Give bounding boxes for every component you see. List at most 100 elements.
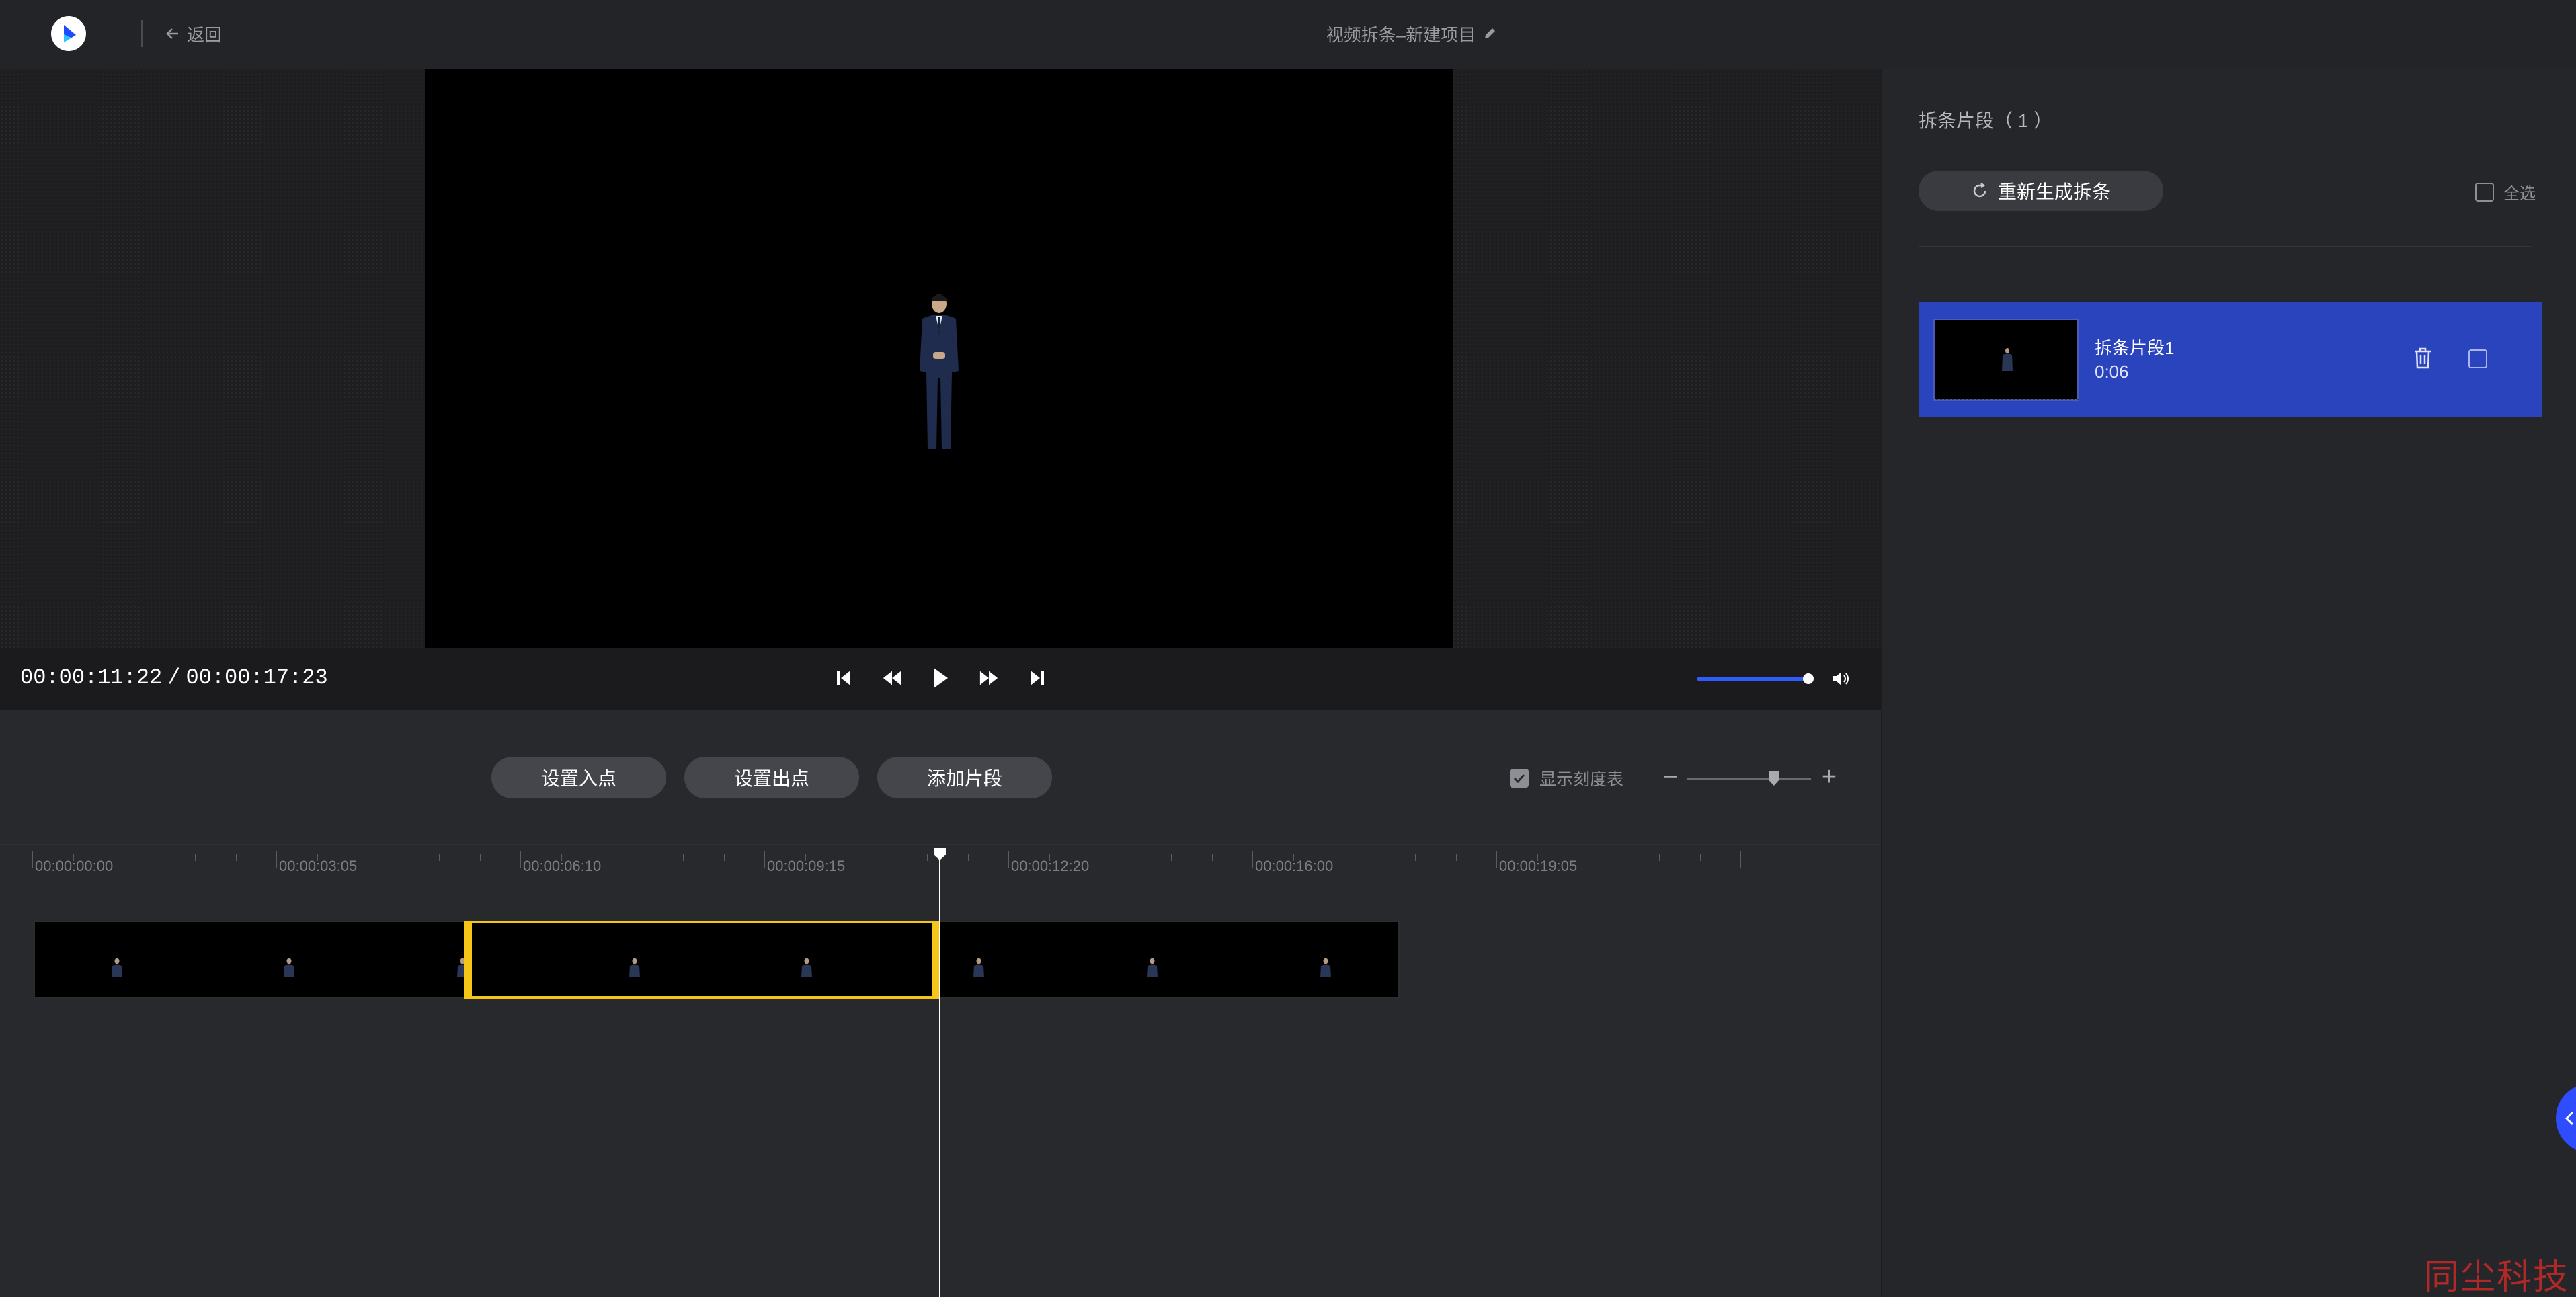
timecode-display: 00:00:11:22 / 00:00:17:23 bbox=[20, 665, 328, 690]
zoom-slider-knob[interactable] bbox=[1768, 771, 1779, 786]
presenter-thumbnail-icon bbox=[1936, 348, 2079, 400]
zoom-out-button[interactable]: − bbox=[1659, 764, 1682, 792]
ruler-minor-tick bbox=[439, 854, 440, 861]
ruler-minor-tick bbox=[1415, 854, 1416, 861]
clip-list-item[interactable]: 拆条片段1 0:06 bbox=[1919, 302, 2542, 417]
clip-checkbox[interactable] bbox=[2468, 349, 2487, 368]
ruler-major-tick bbox=[764, 851, 765, 868]
select-all-checkbox[interactable] bbox=[2475, 182, 2494, 202]
show-scale-label: 显示刻度表 bbox=[1539, 770, 1624, 789]
timeline-zoom-control: − + bbox=[1659, 764, 1841, 792]
ruler-minor-tick bbox=[1537, 854, 1538, 861]
ruler-tick-label: 00:00:19:05 bbox=[1499, 857, 1578, 874]
show-scale-checkbox[interactable] bbox=[1510, 769, 1529, 788]
ruler-minor-tick bbox=[235, 854, 237, 861]
ruler-minor-tick bbox=[1699, 854, 1701, 861]
ruler-minor-tick bbox=[1455, 854, 1457, 861]
ruler-major-tick bbox=[1252, 851, 1253, 868]
ruler-minor-tick bbox=[1293, 854, 1294, 861]
ruler-minor-tick bbox=[561, 854, 562, 861]
regenerate-button[interactable]: 重新生成拆条 bbox=[1919, 171, 2163, 211]
timeline[interactable]: 00:00:00:00 00:00:03:05 00:00:06:10 00:00:0… bbox=[0, 844, 1881, 1297]
back-label: 返回 bbox=[187, 24, 223, 45]
fast-forward-button[interactable] bbox=[979, 663, 999, 694]
skip-to-end-button[interactable] bbox=[1027, 663, 1047, 694]
volume-icon[interactable] bbox=[1831, 669, 1851, 688]
fast-forward-icon bbox=[979, 671, 998, 685]
regenerate-label: 重新生成拆条 bbox=[1997, 181, 2111, 202]
set-out-point-button[interactable]: 设置出点 bbox=[684, 757, 859, 798]
app-logo-icon[interactable] bbox=[51, 16, 86, 51]
ruler-major-tick bbox=[520, 851, 521, 868]
ruler-major-tick bbox=[276, 851, 277, 868]
video-frame[interactable] bbox=[425, 69, 1453, 648]
edit-pencil-icon[interactable] bbox=[1482, 26, 1497, 41]
ruler-major-tick bbox=[1496, 851, 1497, 868]
panel-divider bbox=[1919, 246, 2532, 247]
chevron-left-icon bbox=[2565, 1111, 2574, 1126]
show-scale-toggle[interactable]: 显示刻度表 bbox=[1510, 766, 1623, 790]
ruler-minor-tick bbox=[1049, 854, 1050, 861]
ruler-minor-tick bbox=[479, 854, 481, 861]
add-clip-button[interactable]: 添加片段 bbox=[877, 757, 1052, 798]
play-button[interactable] bbox=[930, 663, 951, 694]
play-icon bbox=[934, 668, 948, 688]
transport-controls bbox=[834, 663, 1047, 694]
skip-to-start-button[interactable] bbox=[834, 663, 854, 694]
arrow-left-icon bbox=[166, 28, 178, 39]
ruler-minor-tick bbox=[1211, 854, 1213, 861]
refresh-icon bbox=[1973, 183, 1986, 198]
ruler-minor-tick bbox=[927, 854, 928, 861]
ruler-major-tick bbox=[1008, 851, 1009, 868]
ruler-minor-tick bbox=[1659, 854, 1660, 861]
app-root: 返回 视频拆条–新建项目 00:00:11:22 / 00:00:17:23 设… bbox=[0, 0, 2576, 1297]
zoom-slider-track[interactable] bbox=[1687, 778, 1811, 780]
header-divider bbox=[141, 20, 143, 47]
clip-thumbnail bbox=[1933, 319, 2079, 401]
presenter-figure bbox=[920, 294, 959, 449]
ruler-minor-tick bbox=[967, 854, 969, 861]
video-preview-area bbox=[0, 69, 1881, 648]
playhead-line[interactable] bbox=[939, 853, 940, 1297]
rewind-button[interactable] bbox=[882, 663, 902, 694]
volume-slider-knob[interactable] bbox=[1802, 673, 1814, 684]
clips-panel: 拆条片段（ 1 ） 重新生成拆条 全选 拆条片段1 0:06 bbox=[1881, 69, 2576, 1297]
ruler-tick-label: 00:00:16:00 bbox=[1255, 857, 1334, 874]
delete-clip-button[interactable] bbox=[2412, 347, 2433, 373]
ruler-minor-tick bbox=[683, 854, 684, 861]
range-start-handle[interactable] bbox=[464, 921, 472, 999]
ruler-minor-tick bbox=[1171, 854, 1172, 861]
top-bar: 返回 视频拆条–新建项目 bbox=[0, 0, 2576, 69]
ruler-tick-label: 00:00:03:05 bbox=[279, 857, 358, 874]
track-thumbnail-figure bbox=[973, 958, 984, 977]
project-title[interactable]: 视频拆条–新建项目 bbox=[1210, 20, 1613, 47]
current-time: 00:00:11:22 bbox=[20, 665, 163, 690]
ruler-minor-tick bbox=[195, 854, 196, 861]
skip-end-icon bbox=[1031, 671, 1044, 685]
time-separator: / bbox=[167, 665, 181, 690]
zoom-in-button[interactable]: + bbox=[1818, 764, 1841, 792]
ruler-minor-tick bbox=[805, 854, 806, 861]
select-all-label: 全选 bbox=[2503, 185, 2536, 203]
track-thumbnail-figure bbox=[112, 958, 122, 977]
ruler-minor-tick bbox=[723, 854, 725, 861]
volume-slider-fill[interactable] bbox=[1697, 677, 1808, 681]
rewind-icon bbox=[883, 671, 901, 685]
ruler-tick-label: 00:00:09:15 bbox=[767, 857, 846, 874]
ruler-tick-label: 00:00:06:10 bbox=[523, 857, 602, 874]
ruler-tick-label: 00:00:12:20 bbox=[1011, 857, 1090, 874]
trash-icon bbox=[2415, 347, 2431, 369]
back-button[interactable]: 返回 bbox=[165, 20, 222, 47]
project-title-text: 视频拆条–新建项目 bbox=[1326, 24, 1476, 45]
player-controls: 00:00:11:22 / 00:00:17:23 bbox=[0, 648, 1881, 710]
select-all-toggle[interactable]: 全选 bbox=[2475, 180, 2536, 204]
set-in-point-button[interactable]: 设置入点 bbox=[491, 757, 666, 798]
clips-panel-title: 拆条片段（ 1 ） bbox=[1919, 110, 2053, 131]
ruler-end-tick bbox=[1740, 851, 1741, 868]
ruler-minor-tick bbox=[73, 854, 74, 861]
track-thumbnail-figure bbox=[1147, 958, 1158, 977]
selected-range[interactable] bbox=[464, 921, 940, 999]
ruler-major-tick bbox=[32, 851, 33, 868]
volume-control[interactable] bbox=[1697, 668, 1858, 689]
skip-start-icon bbox=[837, 671, 850, 685]
